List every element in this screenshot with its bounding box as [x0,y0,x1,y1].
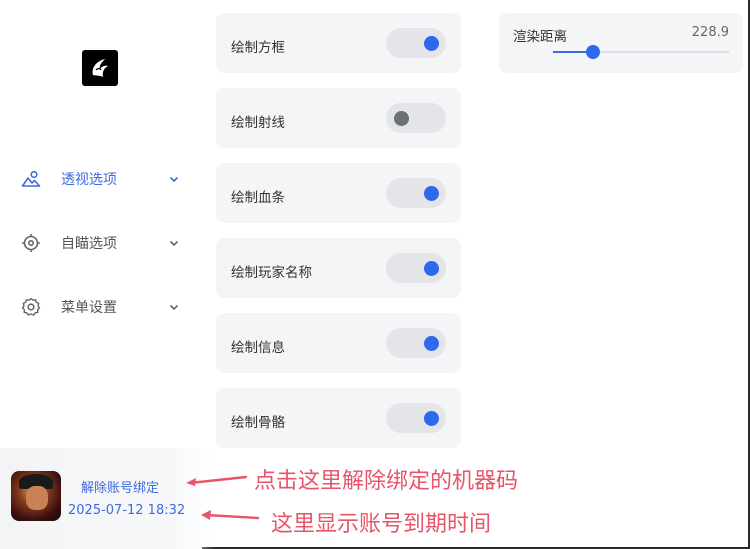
chevron-down-icon [169,240,179,247]
sidebar-item-aim[interactable]: 自瞄选项 [20,229,180,257]
render-distance-slider[interactable] [553,45,729,59]
render-distance-value: 228.9 [691,25,729,40]
sidebar-item-visual[interactable]: 透视选项 [20,165,180,193]
sidebar: 透视选项 自瞄选项 菜单设置 解除账号绑定 2025-07-12 18:32 [0,0,215,549]
option-draw-player-name: 绘制玩家名称 [216,238,461,298]
draw-health-toggle[interactable] [386,178,446,208]
avatar [11,471,61,521]
draw-player-name-toggle[interactable] [386,253,446,283]
option-draw-box: 绘制方框 [216,13,461,73]
option-label: 绘制方框 [231,40,285,56]
option-label: 绘制骨骼 [231,415,285,431]
option-label: 绘制血条 [231,190,285,206]
unbind-account-link[interactable]: 解除账号绑定 [81,477,159,496]
arrow-left-icon [201,510,260,520]
sidebar-item-label: 自瞄选项 [61,236,117,252]
gear-icon [20,296,42,318]
app-logo [82,50,118,86]
sidebar-item-menu-settings[interactable]: 菜单设置 [20,293,180,321]
expire-annotation: 这里显示账号到期时间 [271,512,492,537]
landscape-icon [20,168,42,190]
logo-emblem-icon [92,59,108,77]
option-label: 绘制射线 [231,115,285,131]
render-distance-panel: 渲染距离 228.9 [499,13,743,73]
draw-skeleton-toggle[interactable] [386,403,446,433]
option-label: 绘制信息 [231,340,285,356]
app-window: 透视选项 自瞄选项 菜单设置 解除账号绑定 2025-07-12 18:32 绘… [0,0,750,549]
sidebar-item-label: 菜单设置 [61,300,117,316]
draw-box-toggle[interactable] [386,28,446,58]
sidebar-item-label: 透视选项 [61,172,117,188]
crosshair-icon [20,232,42,254]
option-draw-ray: 绘制射线 [216,88,461,148]
expire-time: 2025-07-12 18:32 [68,503,186,518]
option-draw-info: 绘制信息 [216,313,461,373]
option-label: 绘制玩家名称 [231,265,312,281]
option-draw-health: 绘制血条 [216,163,461,223]
render-distance-label: 渲染距离 [513,29,567,45]
option-draw-skeleton: 绘制骨骼 [216,388,461,448]
unbind-annotation: 点击这里解除绑定的机器码 [254,469,519,494]
chevron-down-icon [169,304,179,311]
draw-ray-toggle[interactable] [386,103,446,133]
slider-thumb[interactable] [586,45,601,59]
draw-info-toggle[interactable] [386,328,446,358]
chevron-down-icon [169,176,179,183]
arrow-left-icon [186,475,248,486]
